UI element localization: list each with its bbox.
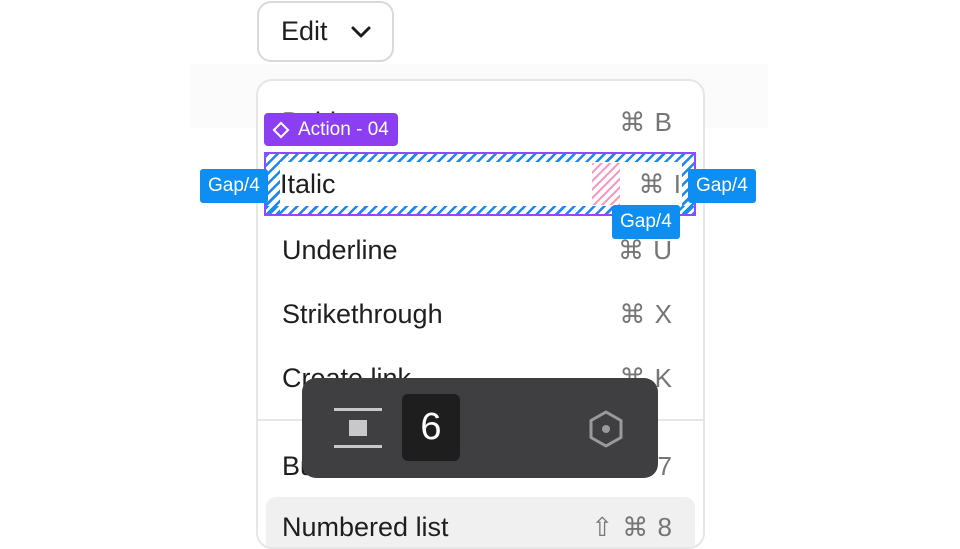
menu-item-shortcut: ⇧ ⌘ 8: [591, 511, 673, 542]
edit-dropdown-label: Edit: [281, 16, 328, 46]
menu-item-strikethrough[interactable]: Strikethrough ⌘ X: [282, 282, 673, 346]
menu-item-shortcut: ⌘ X: [619, 298, 673, 329]
vertical-spacing-icon[interactable]: [334, 408, 382, 448]
dropdown-menu: Bold ⌘ B Underline ⌘ U Strikethrough ⌘ X…: [256, 79, 705, 549]
menu-item-numbered-list[interactable]: Numbered list ⇧ ⌘ 8: [282, 495, 673, 547]
menu-item-label: Numbered list: [282, 511, 449, 542]
spacing-value-input[interactable]: 6: [402, 394, 460, 461]
edit-dropdown-button[interactable]: Edit: [257, 1, 394, 62]
spacing-toolbar: 6: [302, 378, 658, 478]
component-tag[interactable]: Action - 04: [264, 113, 398, 146]
menu-item-shortcut: ⌘ U: [618, 234, 673, 265]
chevron-down-icon: [351, 26, 371, 38]
component-tag-label: Action - 04: [298, 118, 389, 140]
variable-hexagon-icon[interactable]: [587, 410, 625, 448]
menu-item-shortcut: ⌘ B: [619, 106, 673, 137]
menu-item-label: Underline: [282, 234, 398, 265]
gap-label-right: Gap/4: [688, 169, 756, 203]
gap-label-bottom: Gap/4: [612, 205, 680, 239]
component-diamond-icon: [272, 121, 290, 138]
gap-label-left: Gap/4: [200, 169, 268, 203]
menu-item-label: Strikethrough: [282, 298, 443, 329]
